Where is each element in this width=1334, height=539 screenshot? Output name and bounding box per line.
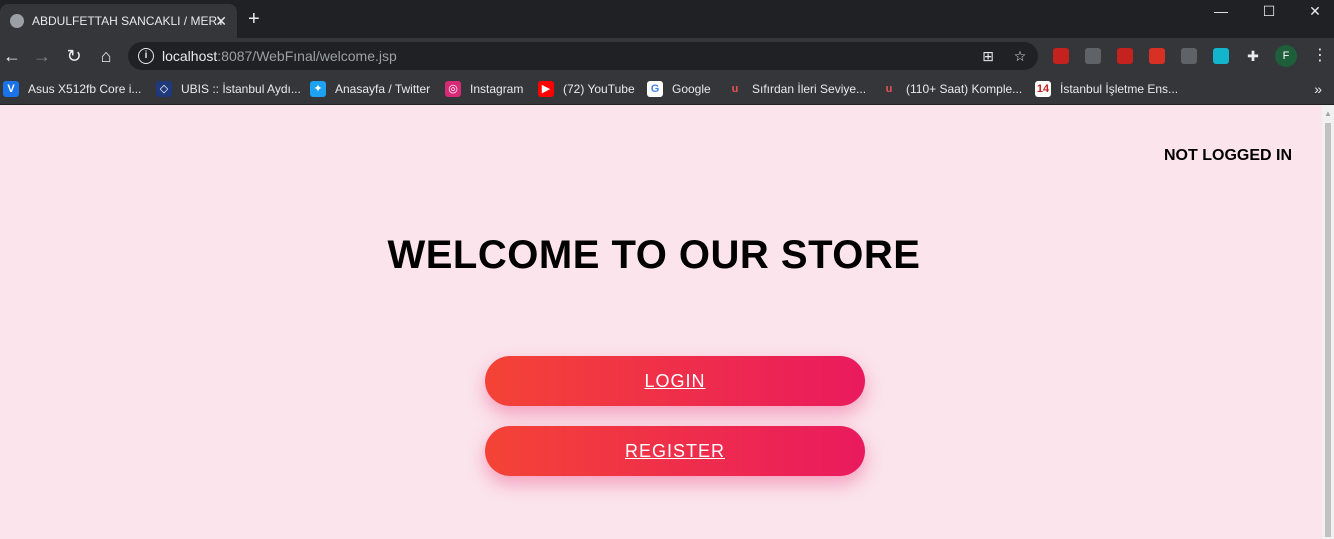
- globe-icon: [10, 14, 24, 28]
- extension-icon[interactable]: [1181, 48, 1197, 64]
- browser-menu-icon[interactable]: ⋮: [1312, 46, 1328, 66]
- translate-icon[interactable]: ⊞: [979, 47, 997, 65]
- extension-icon[interactable]: [1085, 48, 1101, 64]
- youtube-icon: ▶: [538, 81, 554, 97]
- bookmark-item[interactable]: u (110+ Saat) Komple...: [881, 80, 1023, 98]
- site-info-icon[interactable]: i: [138, 48, 154, 64]
- udemy-icon: u: [885, 83, 893, 95]
- home-icon[interactable]: ⌂: [94, 44, 118, 68]
- bookmark-item[interactable]: u Sıfırdan İleri Seviye...: [727, 80, 866, 98]
- bookmark-item[interactable]: ◎ Instagram: [445, 80, 523, 98]
- media-extension-icon[interactable]: [1149, 48, 1165, 64]
- bookmark-item[interactable]: ✦ Anasayfa / Twitter: [310, 80, 430, 98]
- browser-toolbar: ← → ↻ ⌂ i localhost:8087/WebFınal/welcom…: [0, 38, 1334, 74]
- new-tab-icon[interactable]: +: [248, 9, 260, 29]
- forward-icon[interactable]: →: [30, 44, 54, 68]
- bookmark-item[interactable]: ◇ UBIS :: İstanbul Aydı...: [156, 80, 301, 98]
- back-icon[interactable]: ←: [0, 44, 24, 68]
- shield-extension-icon[interactable]: [1117, 48, 1133, 64]
- twitter-icon: ✦: [310, 81, 326, 97]
- page-title: WELCOME TO OUR STORE: [387, 233, 921, 277]
- close-tab-icon[interactable]: ✕: [215, 12, 227, 30]
- maximize-icon[interactable]: ☐: [1246, 0, 1292, 24]
- google-icon: G: [647, 81, 663, 97]
- bookmark-item[interactable]: G Google: [647, 80, 711, 98]
- bookmark-star-icon[interactable]: ☆: [1011, 47, 1029, 65]
- address-bar[interactable]: i localhost:8087/WebFınal/welcome.jsp ⊞ …: [128, 42, 1038, 70]
- scrollbar-thumb[interactable]: [1325, 123, 1331, 537]
- pdf-extension-icon[interactable]: [1053, 48, 1069, 64]
- scroll-up-icon[interactable]: ▲: [1324, 109, 1332, 118]
- minimize-icon[interactable]: —: [1198, 0, 1244, 24]
- instagram-icon: ◎: [445, 81, 461, 97]
- v-icon: V: [3, 81, 19, 97]
- login-status-label: NOT LOGGED IN: [1164, 147, 1292, 164]
- url-text: localhost:8087/WebFınal/welcome.jsp: [162, 48, 397, 64]
- window-close-icon[interactable]: ✕: [1292, 0, 1334, 24]
- bookmark-item[interactable]: V Asus X512fb Core i...: [3, 80, 141, 98]
- calendar-icon: 14: [1035, 81, 1051, 97]
- page-body: NOT LOGGED IN WELCOME TO OUR STORE LOGIN…: [0, 105, 1322, 539]
- extension-icon[interactable]: [1213, 48, 1229, 64]
- browser-tab[interactable]: ABDULFETTAH SANCAKLI / MERYEM ✕: [0, 4, 237, 38]
- vertical-scrollbar[interactable]: ▲: [1322, 105, 1334, 539]
- bookmark-item[interactable]: 14 İstanbul İşletme Ens...: [1035, 80, 1178, 98]
- tab-title: ABDULFETTAH SANCAKLI / MERYEM: [32, 14, 222, 28]
- bookmarks-overflow-icon[interactable]: »: [1314, 80, 1322, 98]
- ubis-icon: ◇: [156, 81, 172, 97]
- tab-strip: ABDULFETTAH SANCAKLI / MERYEM ✕ + — ☐ ✕: [0, 0, 1334, 38]
- profile-avatar[interactable]: F: [1275, 45, 1297, 67]
- udemy-icon: u: [731, 83, 739, 95]
- bookmark-item[interactable]: ▶ (72) YouTube: [538, 80, 635, 98]
- login-button[interactable]: LOGIN: [485, 356, 865, 406]
- reload-icon[interactable]: ↻: [62, 44, 86, 68]
- bookmarks-bar: V Asus X512fb Core i... ◇ UBIS :: İstanb…: [0, 74, 1334, 105]
- register-button[interactable]: REGISTER: [485, 426, 865, 476]
- puzzle-extensions-icon[interactable]: ✚: [1244, 47, 1262, 65]
